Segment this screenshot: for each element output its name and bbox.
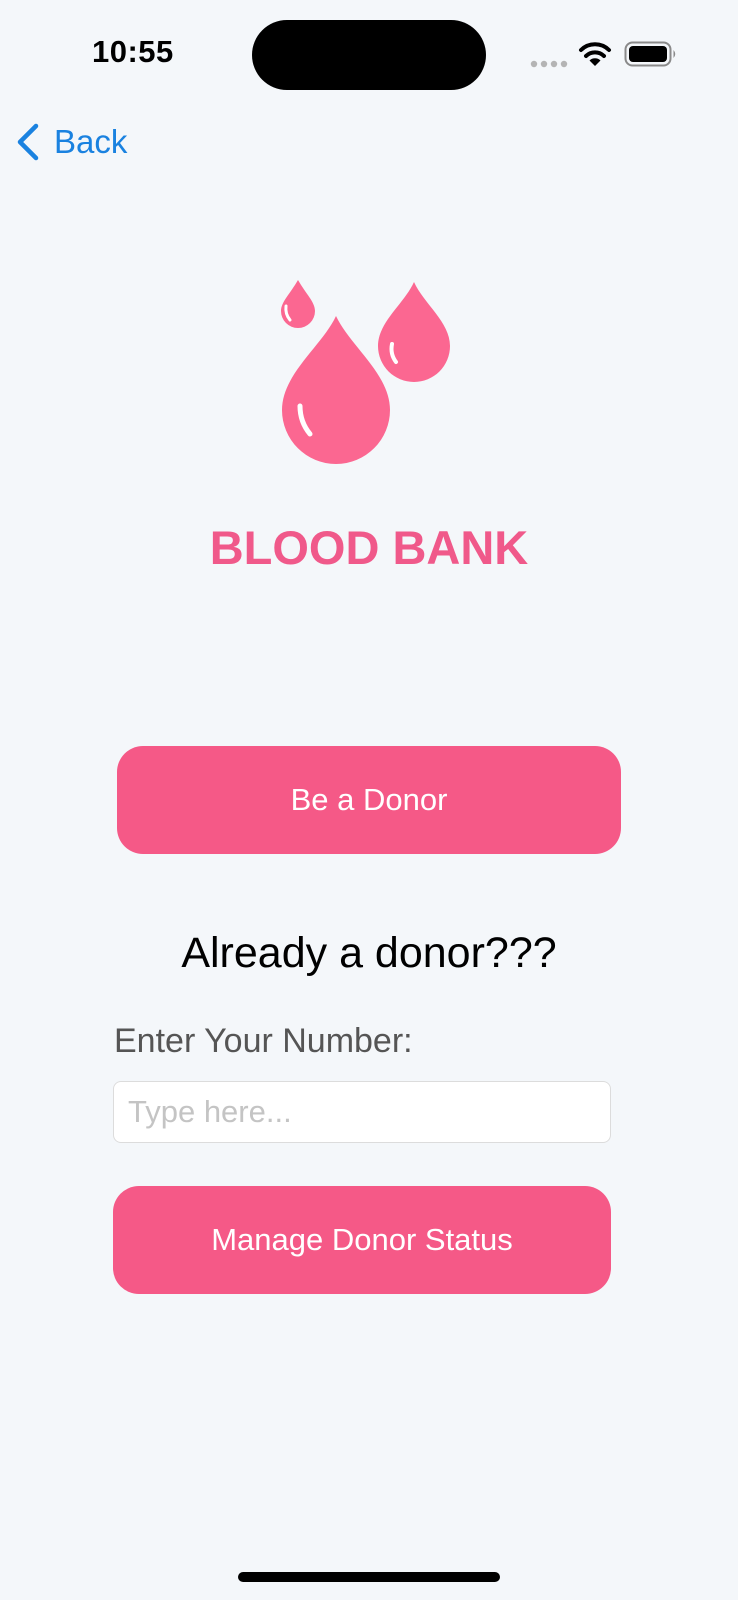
signal-icon [530,60,568,68]
number-input[interactable] [113,1081,611,1143]
back-label: Back [54,123,128,160]
manage-donor-status-label: Manage Donor Status [211,1222,513,1257]
manage-donor-status-button[interactable]: Manage Donor Status [113,1186,611,1294]
app-title: BLOOD BANK [209,521,529,574]
status-time: 10:55 [92,34,174,69]
chevron-left-icon [17,123,39,161]
home-indicator[interactable] [238,1572,500,1582]
dynamic-island [252,20,486,90]
be-donor-button[interactable]: Be a Donor [117,746,621,854]
number-field-label: Enter Your Number: [114,1022,413,1060]
be-donor-label: Be a Donor [290,782,448,817]
wifi-icon [579,42,611,66]
back-button[interactable]: Back [14,118,127,166]
battery-icon [624,41,676,67]
blood-drops-icon [281,280,450,464]
already-donor-heading: Already a donor??? [181,929,557,977]
